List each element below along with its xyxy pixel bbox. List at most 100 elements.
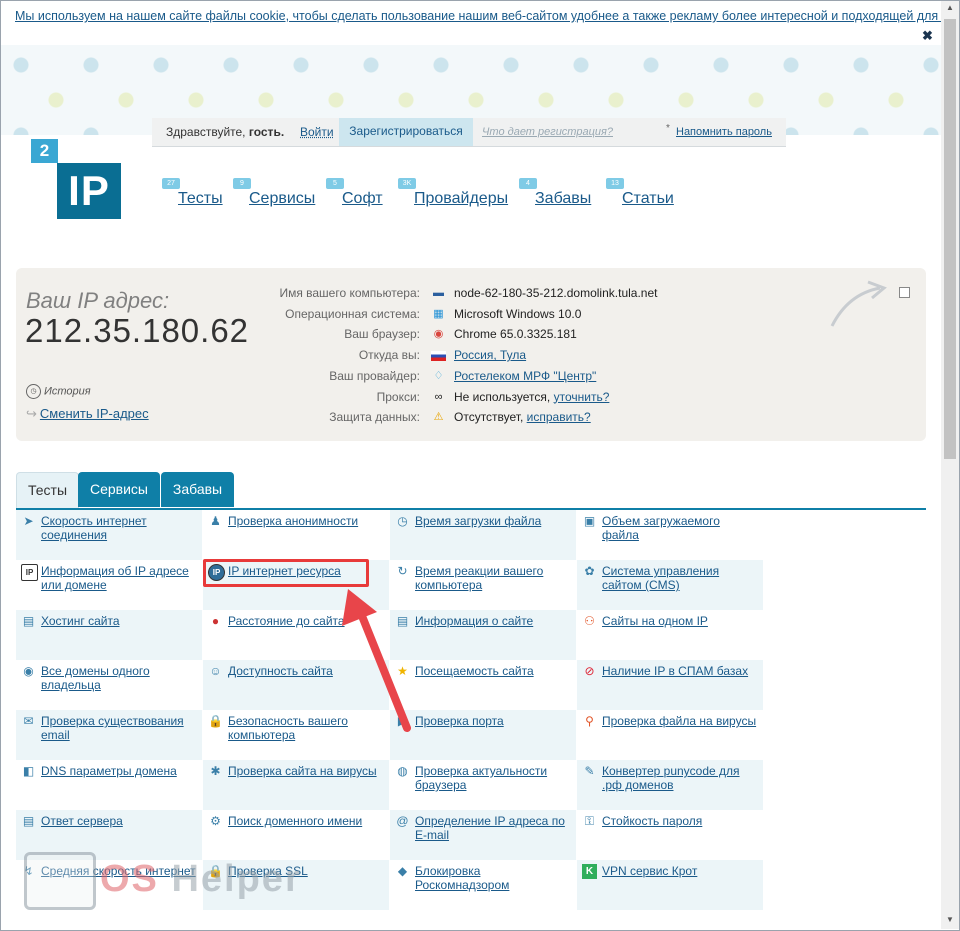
scroll-down-icon[interactable]: ▼ [941,915,959,927]
tool-link[interactable]: Наличие IP в СПАМ базах [602,664,760,678]
tool-cell[interactable]: ◧ DNS параметры домена [16,760,202,810]
tool-cell[interactable]: ◷ Время загрузки файла [390,510,576,560]
tool-link[interactable]: Проверка сайта на вирусы [228,764,386,778]
share-arrow-icon [830,280,887,327]
tab-0[interactable]: Тесты [16,472,79,508]
info-label: Прокси: [376,389,420,404]
tool-link[interactable]: Ответ сервера [41,814,199,828]
site-logo[interactable]: IP [57,163,121,219]
tool-link[interactable]: Информация об IP адресе или домене [41,564,199,592]
spam-icon: ⊘ [584,664,595,678]
tool-link[interactable]: VPN сервис Крот [602,864,760,878]
tool-link[interactable]: Блокировка Роскомнадзором [415,864,573,892]
vpn-icon: K [582,864,597,879]
info-value-link[interactable]: Россия, Тула [454,348,526,362]
tool-link[interactable]: Сайты на одном IP [602,614,760,628]
availability-icon: ☺ [209,664,222,678]
tool-link[interactable]: Время реакции вашего компьютера [415,564,573,592]
info-label: Защита данных: [329,410,420,425]
info-value-text: Отсутствует, [454,410,524,425]
provider-icon: ♢ [433,369,444,382]
logo-badge[interactable]: 2 [31,139,58,163]
tool-cell[interactable]: IP Информация об IP адресе или домене [16,560,202,610]
info-value-link[interactable]: Ростелеком МРФ "Центр" [454,369,596,383]
tool-cell[interactable]: ◆ Блокировка Роскомнадзором [390,860,576,910]
tool-link[interactable]: Стойкость пароля [602,814,760,828]
nav-link[interactable]: Статьи [622,190,674,208]
tool-cell[interactable]: 🔒 Безопасность вашего компьютера [203,710,389,760]
tool-link[interactable]: Доступность сайта [228,664,386,678]
nav-link[interactable]: Софт [342,190,383,208]
tool-link[interactable]: Проверка анонимности [228,514,386,528]
panel-checkbox[interactable] [899,287,910,298]
info-row: Ваш браузер: ◉ Chrome 65.0.3325.181 [256,327,716,347]
tool-cell[interactable]: K VPN сервис Крот [577,860,763,910]
tool-link[interactable]: Время загрузки файла [415,514,573,528]
tool-link[interactable]: Система управления сайтом (CMS) [602,564,760,592]
remind-password-link[interactable]: Напомнить пароль [676,126,772,138]
vertical-scrollbar[interactable]: ▲ ▼ [941,1,959,929]
tool-cell[interactable]: ▣ Объем загружаемого файла [577,510,763,560]
nav-count-badge: 5 [326,178,344,189]
tool-cell[interactable]: ⊘ Наличие IP в СПАМ базах [577,660,763,710]
cookie-notice-link[interactable]: Мы используем на нашем сайте файлы cooki… [15,9,960,23]
tool-cell[interactable]: ↻ Время реакции вашего компьютера [390,560,576,610]
tool-cell[interactable]: ★ Посещаемость сайта [390,660,576,710]
tool-cell[interactable]: ▤ Информация о сайте [390,610,576,660]
nav-link[interactable]: Забавы [535,190,591,208]
tool-cell[interactable]: ☺ Доступность сайта [203,660,389,710]
scroll-up-icon[interactable]: ▲ [941,3,959,15]
tool-link[interactable]: Безопасность вашего компьютера [228,714,386,742]
info-value: Отсутствует, исправить? [454,410,591,424]
info-action-link[interactable]: исправить? [527,410,591,424]
lock-icon: 🔒 [208,714,223,728]
tool-cell[interactable]: ♟ Проверка анонимности [203,510,389,560]
tool-link[interactable]: Посещаемость сайта [415,664,573,678]
tab-2[interactable]: Забавы [161,472,234,507]
tool-link[interactable]: Расстояние до сайта [228,614,386,628]
tool-link[interactable]: Проверка порта [415,714,573,728]
tool-link[interactable]: Проверка актуальности браузера [415,764,573,792]
tool-cell[interactable]: ✱ Проверка сайта на вирусы [203,760,389,810]
tool-cell[interactable]: ✎ Конвертер punycode для .рф доменов [577,760,763,810]
domains-icon: ◉ [23,664,34,678]
tool-link[interactable]: Скорость интернет соединения [41,514,199,542]
tool-cell[interactable]: ▶ Проверка порта [390,710,576,760]
tool-link[interactable]: Определение IP адреса по E-mail [415,814,573,842]
tool-cell[interactable]: ⚲ Проверка файла на вирусы [577,710,763,760]
nav-count-badge: 4 [519,178,537,189]
tool-cell[interactable]: ✿ Система управления сайтом (CMS) [577,560,763,610]
tool-cell[interactable]: ● Расстояние до сайта [203,610,389,660]
scroll-thumb[interactable] [944,19,956,459]
login-link[interactable]: Войти [300,125,334,139]
tool-cell[interactable]: ⚇ Сайты на одном IP [577,610,763,660]
cookie-close-icon[interactable]: ✖ [922,28,933,44]
info-value: Chrome 65.0.3325.181 [454,327,577,341]
tool-cell[interactable]: ➤ Скорость интернет соединения [16,510,202,560]
tab-1[interactable]: Сервисы [78,472,160,507]
tool-cell[interactable]: ◍ Проверка актуальности браузера [390,760,576,810]
change-ip-link[interactable]: ↪ Сменить IP-адрес [26,406,149,422]
tool-cell[interactable]: ▤ Хостинг сайта [16,610,202,660]
why-register-link[interactable]: Что дает регистрация? [482,126,613,138]
info-action-link[interactable]: уточнить? [554,390,610,404]
tool-link[interactable]: Проверка файла на вирусы [602,714,760,728]
tool-cell[interactable]: ⚿ Стойкость пароля [577,810,763,860]
tool-link[interactable]: Конвертер punycode для .рф доменов [602,764,760,792]
nav-link[interactable]: Сервисы [249,190,315,208]
tool-cell[interactable]: ✉ Проверка существования email [16,710,202,760]
tool-link[interactable]: DNS параметры домена [41,764,199,778]
tool-cell[interactable]: @ Определение IP адреса по E-mail [390,810,576,860]
tool-link[interactable]: Поиск доменного имени [228,814,386,828]
tool-link[interactable]: Информация о сайте [415,614,573,628]
nav-link[interactable]: Провайдеры [414,190,508,208]
tool-link[interactable]: Хостинг сайта [41,614,199,628]
history-link[interactable]: ◷ История [26,384,91,399]
change-ip-label[interactable]: Сменить IP-адрес [40,406,149,421]
register-button[interactable]: Зарегистрироваться [339,118,473,146]
nav-link[interactable]: Тесты [178,190,223,208]
tool-link[interactable]: Проверка существования email [41,714,199,742]
tool-cell[interactable]: ◉ Все домены одного владельца [16,660,202,710]
tool-link[interactable]: Объем загружаемого файла [602,514,760,542]
tool-link[interactable]: Все домены одного владельца [41,664,199,692]
